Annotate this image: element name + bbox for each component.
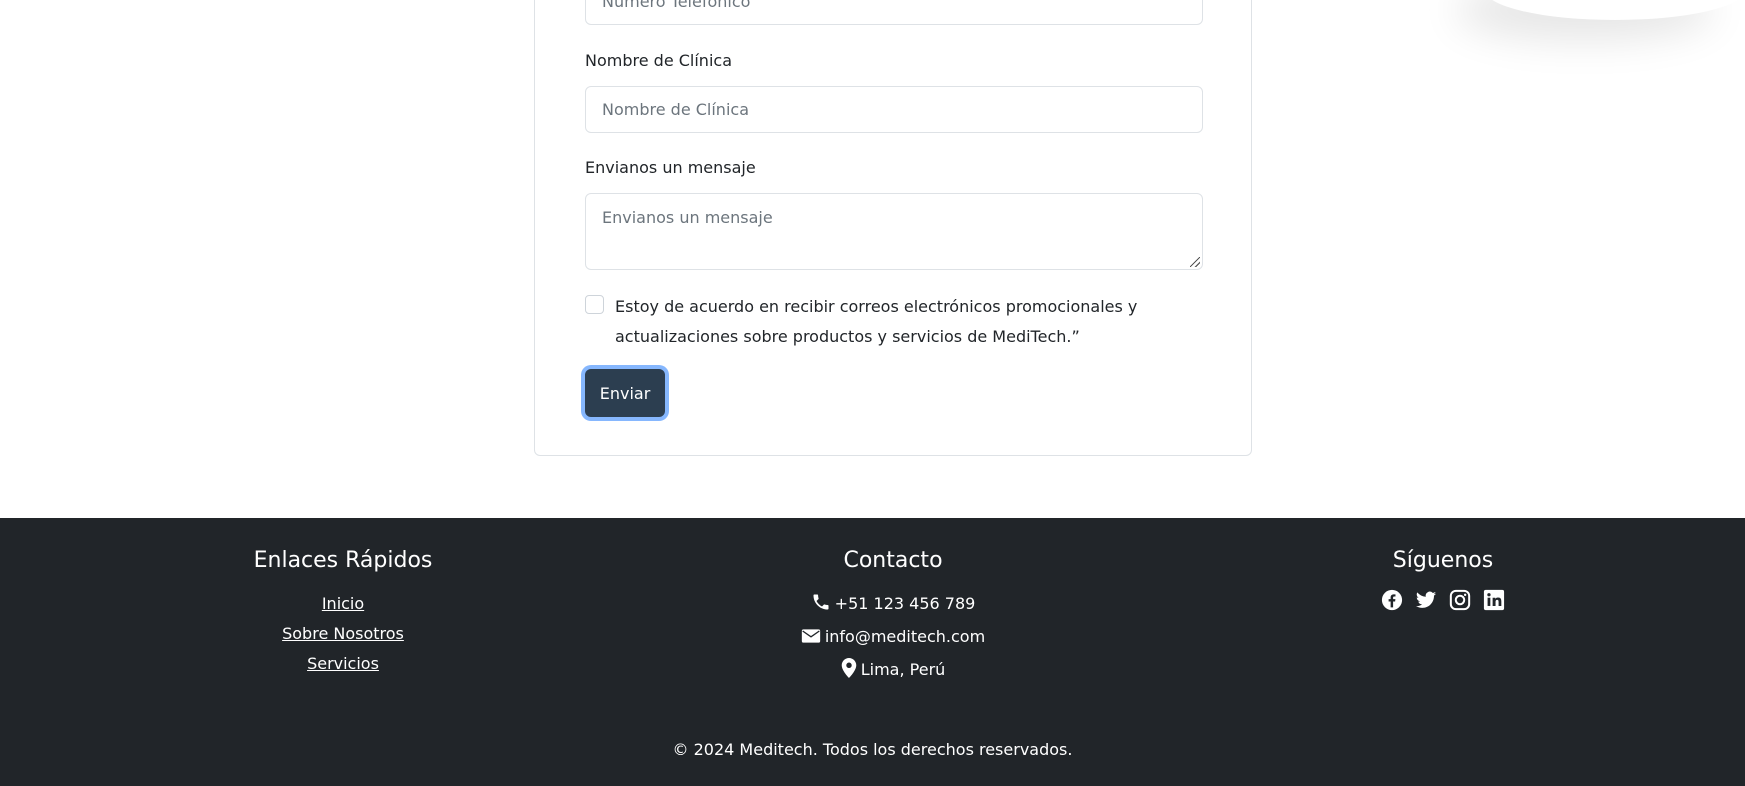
contact-column: Contacto +51 123 456 789 info@meditech.c… — [693, 548, 1093, 688]
resize-grip-icon[interactable] — [1190, 257, 1200, 267]
contact-phone: +51 123 456 789 — [693, 589, 1093, 622]
contact-phone-text: +51 123 456 789 — [834, 594, 976, 613]
clinic-input-placeholder: Nombre de Clínica — [602, 100, 749, 119]
instagram-icon[interactable] — [1449, 589, 1471, 611]
consent-checkbox[interactable] — [585, 295, 604, 314]
footer-link-servicios[interactable]: Servicios — [143, 649, 543, 679]
phone-input[interactable]: Número Telefónico — [585, 0, 1203, 25]
corner-shadow — [1485, 0, 1745, 20]
phone-input-placeholder: Número Telefónico — [602, 0, 751, 11]
message-textarea-placeholder: Envianos un mensaje — [602, 208, 773, 227]
linkedin-icon[interactable] — [1483, 589, 1505, 611]
social-icons — [1243, 589, 1643, 611]
message-textarea[interactable]: Envianos un mensaje — [585, 193, 1203, 270]
clinic-input[interactable]: Nombre de Clínica — [585, 86, 1203, 133]
footer-link-sobre-nosotros[interactable]: Sobre Nosotros — [143, 619, 543, 649]
twitter-icon[interactable] — [1415, 589, 1437, 611]
facebook-icon[interactable] — [1381, 589, 1403, 611]
copyright: © 2024 Meditech. Todos los derechos rese… — [672, 740, 1073, 759]
contact-location-text: Lima, Perú — [860, 660, 946, 679]
map-pin-icon — [841, 658, 857, 688]
quick-links-column: Enlaces Rápidos Inicio Sobre Nosotros Se… — [143, 548, 543, 679]
contact-email-text: info@meditech.com — [824, 627, 986, 646]
envelope-icon — [801, 625, 821, 655]
contact-title: Contacto — [843, 548, 943, 573]
quick-links-title: Enlaces Rápidos — [253, 548, 433, 573]
contact-location: Lima, Perú — [693, 655, 1093, 688]
consent-text: Estoy de acuerdo en recibir correos elec… — [615, 297, 1138, 346]
phone-icon — [811, 592, 831, 622]
social-title: Síguenos — [1392, 548, 1494, 573]
submit-button[interactable]: Enviar — [585, 369, 665, 417]
contact-email: info@meditech.com — [693, 622, 1093, 655]
footer-link-inicio[interactable]: Inicio — [143, 589, 543, 619]
message-label: Envianos un mensaje — [585, 158, 756, 177]
footer: Enlaces Rápidos Inicio Sobre Nosotros Se… — [0, 518, 1745, 786]
social-column: Síguenos — [1243, 548, 1643, 611]
clinic-label: Nombre de Clínica — [585, 51, 732, 70]
